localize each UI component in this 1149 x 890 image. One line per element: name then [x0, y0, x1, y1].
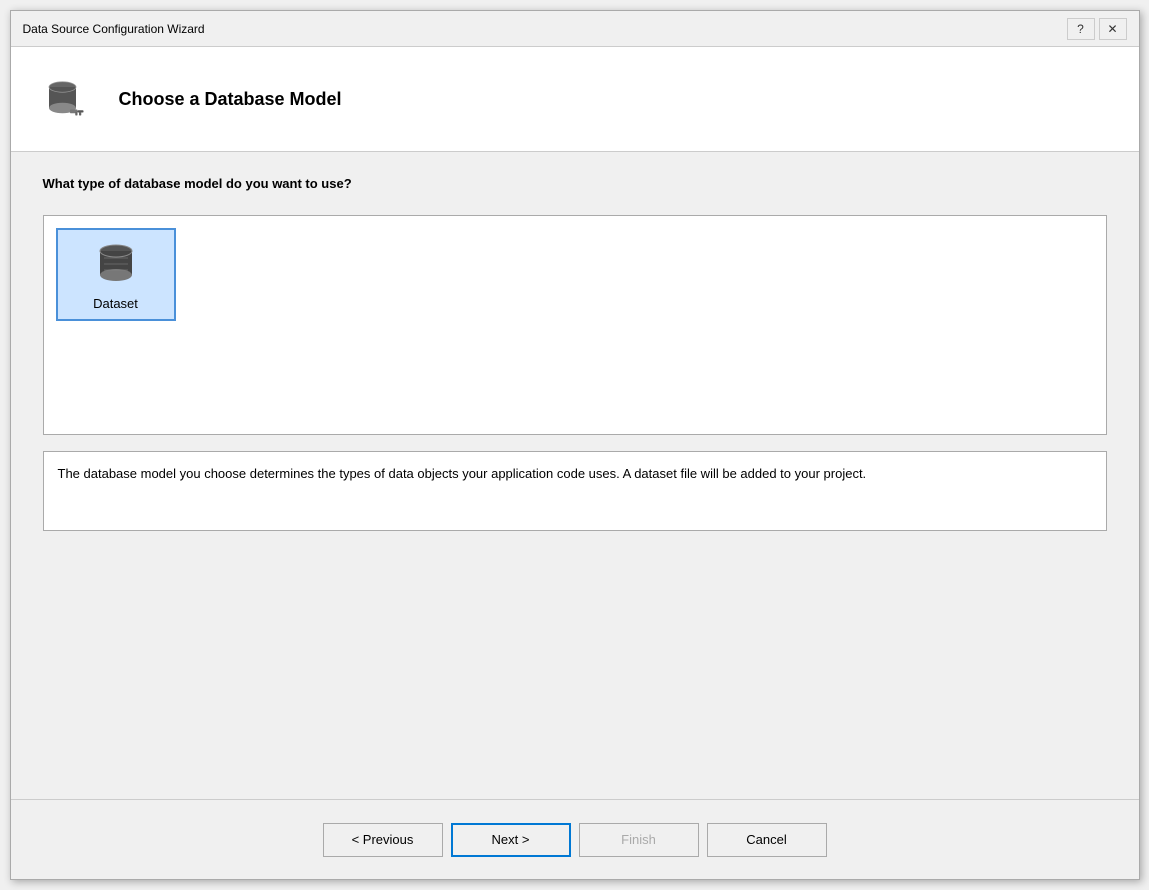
- model-selection-box[interactable]: Dataset: [43, 215, 1107, 435]
- database-with-plug-icon: [43, 75, 91, 123]
- title-bar: Data Source Configuration Wizard ? ✕: [11, 11, 1139, 47]
- dataset-icon: [90, 238, 142, 290]
- section-question: What type of database model do you want …: [43, 176, 1107, 191]
- header-icon-container: [35, 67, 99, 131]
- title-bar-left: Data Source Configuration Wizard: [23, 22, 205, 36]
- window-title: Data Source Configuration Wizard: [23, 22, 205, 36]
- cancel-button[interactable]: Cancel: [707, 823, 827, 857]
- main-content: What type of database model do you want …: [11, 152, 1139, 799]
- footer-bar: < Previous Next > Finish Cancel: [11, 799, 1139, 879]
- close-button[interactable]: ✕: [1099, 18, 1127, 40]
- help-button[interactable]: ?: [1067, 18, 1095, 40]
- model-item-label-dataset: Dataset: [93, 296, 138, 311]
- previous-button[interactable]: < Previous: [323, 823, 443, 857]
- dialog-window: Data Source Configuration Wizard ? ✕: [10, 10, 1140, 880]
- finish-button[interactable]: Finish: [579, 823, 699, 857]
- description-box: The database model you choose determines…: [43, 451, 1107, 531]
- title-bar-controls: ? ✕: [1067, 18, 1127, 40]
- next-button[interactable]: Next >: [451, 823, 571, 857]
- description-text: The database model you choose determines…: [58, 466, 867, 481]
- header-title: Choose a Database Model: [119, 89, 342, 110]
- model-item-dataset[interactable]: Dataset: [56, 228, 176, 321]
- header-section: Choose a Database Model: [11, 47, 1139, 152]
